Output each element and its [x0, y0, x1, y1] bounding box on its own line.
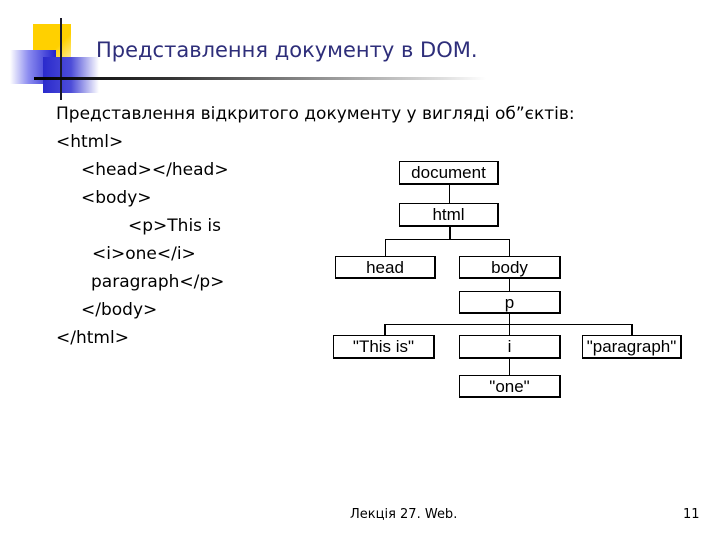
node-body: body: [459, 256, 561, 279]
connector-line: [509, 278, 510, 291]
footer-lecture: Лекція 27. Web.: [350, 507, 458, 522]
node-i: i: [459, 335, 561, 359]
node-text-one: "one": [459, 375, 561, 398]
page-number: 11: [683, 507, 700, 522]
connector-line: [384, 324, 386, 335]
connector-line: [385, 239, 510, 240]
code-line: <head></head>: [81, 160, 229, 180]
connector-line: [384, 324, 633, 325]
connector-line: [385, 239, 386, 256]
title-underline: [34, 77, 486, 80]
node-p: p: [459, 291, 561, 314]
intro-text: Представлення відкритого документу у виг…: [56, 104, 575, 124]
node-head: head: [335, 256, 436, 279]
node-text-this-is: "This is": [333, 335, 435, 359]
code-line: <p>This is: [128, 216, 222, 236]
code-line: <body>: [81, 188, 152, 208]
decorative-blue-square: [43, 57, 99, 93]
node-text-paragraph: "paragraph": [582, 335, 682, 359]
code-line: </html>: [56, 328, 129, 348]
slide: Представлення документу в DOM. Представл…: [0, 0, 720, 540]
code-line: </body>: [81, 300, 158, 320]
connector-line: [509, 239, 510, 256]
node-html: html: [399, 203, 499, 227]
connector-line: [449, 184, 450, 203]
code-line: paragraph</p>: [91, 272, 225, 292]
node-document: document: [399, 161, 499, 185]
slide-title: Представлення документу в DOM.: [96, 38, 478, 62]
decorative-vertical-line: [60, 18, 62, 100]
connector-line: [449, 226, 451, 240]
code-line: <i>one</i>: [92, 244, 196, 264]
connector-line: [509, 358, 510, 375]
code-line: <html>: [56, 132, 124, 152]
connector-line: [631, 324, 633, 335]
